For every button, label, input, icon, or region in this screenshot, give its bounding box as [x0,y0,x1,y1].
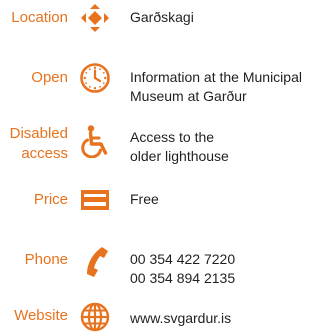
disabled-access-label: Disabled access [10,124,68,164]
price-value-line: Free [130,191,159,207]
phone-icon [78,244,112,278]
price-label: Price [33,191,68,208]
open-value-line: Information at the Municipal [130,69,302,85]
phone-value-line: 00 354 422 7220 [130,251,236,267]
location-value-line: Garðskagi [130,9,194,25]
wheelchair-icon [78,124,112,158]
globe-icon [78,300,112,334]
location-diamond-icon [78,1,112,35]
website-value: www.svgardur.is [130,309,231,328]
open-value-line: Museum at Garður [130,88,247,104]
open-value: Information at the Municipal Museum at G… [130,68,302,106]
phone-value-line: 00 354 894 2135 [130,270,236,286]
website-label: Website [14,307,68,324]
disabled-access-value: Access to the older lighthouse [130,128,229,166]
price-value: Free [130,190,159,209]
website-link[interactable]: www.svgardur.is [130,309,231,328]
clock-icon [78,61,112,95]
disabled-access-label-line: Disabled [9,125,68,142]
open-label: Open [31,69,68,86]
disabled-access-label-line: access [21,145,68,162]
disabled-access-value-line: Access to the [130,129,215,145]
phone-label: Phone [24,251,68,268]
phone-value: 00 354 422 7220 00 354 894 2135 [130,250,235,288]
location-label: Location [11,9,68,26]
card-icon [78,183,112,217]
location-value: Garðskagi [130,8,194,27]
disabled-access-value-line: older lighthouse [130,148,229,164]
